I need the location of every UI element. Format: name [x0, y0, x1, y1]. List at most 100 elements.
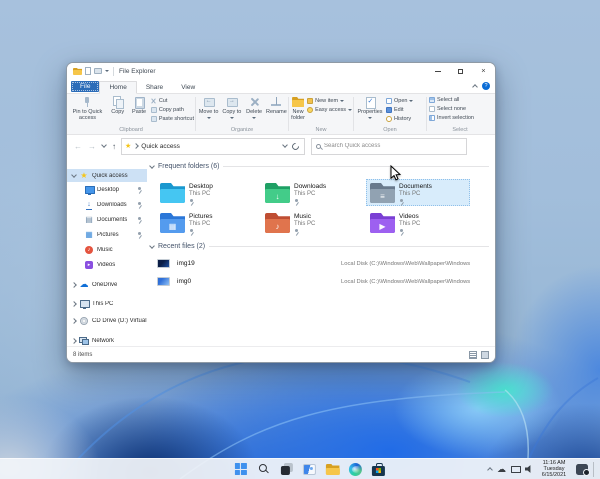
new-item-button[interactable]: New item	[307, 97, 352, 105]
properties-button[interactable]: Properties	[356, 96, 384, 123]
folder-tile-pictures[interactable]: ▦ Pictures This PC	[156, 209, 256, 236]
pin-to-quick-access-button[interactable]: Pin to Quick access	[69, 96, 106, 123]
forward-button[interactable]: →	[88, 142, 96, 151]
select-all-icon	[429, 97, 435, 103]
items-count: 8 items	[73, 351, 93, 358]
chevron-right-icon[interactable]	[71, 337, 77, 344]
rename-button[interactable]: Rename	[266, 96, 287, 121]
refresh-icon[interactable]	[290, 141, 301, 151]
edge-button[interactable]	[346, 460, 365, 479]
ribbon-group-clipboard: Pin to Quick access Copy Paste Cut Copy …	[67, 94, 195, 134]
breadcrumb-location[interactable]: Quick access	[141, 143, 180, 150]
ribbon: Pin to Quick access Copy Paste Cut Copy …	[67, 94, 495, 135]
details-view-icon[interactable]	[469, 350, 477, 359]
chevron-right-icon[interactable]	[71, 317, 77, 324]
sidebar-item-desktop[interactable]: Desktop	[67, 182, 147, 197]
sidebar-item-this-pc[interactable]: This PC	[67, 296, 147, 311]
group-label-open: Open	[383, 127, 397, 133]
chevron-right-icon[interactable]	[71, 300, 77, 307]
recent-file-row[interactable]: img0 Local Disk (C:)\Windows\Web\Wallpap…	[157, 274, 489, 289]
sidebar-item-documents[interactable]: Documents	[67, 212, 147, 227]
cut-button[interactable]: Cut	[151, 97, 194, 105]
copy-path-button[interactable]: Copy path	[150, 106, 194, 114]
network-tray-icon[interactable]	[511, 465, 521, 473]
start-button[interactable]	[231, 460, 250, 479]
tab-file[interactable]: File	[71, 80, 100, 92]
sidebar-item-quick-access[interactable]: ★ Quick access	[67, 169, 147, 182]
pin-icon	[189, 228, 195, 235]
collapse-ribbon-icon[interactable]	[472, 84, 478, 90]
easy-access-button[interactable]: Easy access	[307, 106, 352, 114]
chevron-right-icon[interactable]	[71, 281, 77, 288]
search-box[interactable]	[311, 137, 467, 155]
sidebar-item-pictures[interactable]: Pictures	[67, 227, 147, 242]
address-bar[interactable]: ★ Quick access	[121, 137, 305, 155]
taskbar: ☁ 11:16 AM Tuesday 6/15/2021	[0, 458, 600, 479]
minimize-button[interactable]	[426, 63, 449, 79]
widgets-button[interactable]	[300, 460, 319, 479]
recent-locations-caret-icon[interactable]	[101, 142, 107, 148]
history-button[interactable]: History	[386, 115, 413, 123]
close-button[interactable]: ×	[472, 63, 495, 79]
help-icon[interactable]: ?	[482, 82, 490, 90]
move-to-icon	[203, 96, 215, 108]
task-view-button[interactable]	[277, 460, 296, 479]
taskbar-clock[interactable]: 11:16 AM Tuesday 6/15/2021	[538, 460, 570, 479]
thumbnail-view-icon[interactable]	[481, 350, 489, 359]
folder-tile-music[interactable]: ♪ Music This PC	[261, 209, 361, 236]
delete-button[interactable]: Delete	[244, 96, 263, 121]
copy-button[interactable]: Copy	[108, 96, 127, 123]
new-folder-qat-icon[interactable]	[94, 68, 102, 74]
copy-to-button[interactable]: Copy to	[221, 96, 242, 121]
sidebar-item-onedrive[interactable]: OneDrive	[67, 277, 147, 292]
search-input[interactable]	[324, 143, 462, 149]
chevron-down-icon[interactable]	[71, 171, 77, 178]
folder-tile-downloads[interactable]: ↓ Downloads This PC	[261, 179, 361, 206]
section-header-recent-files[interactable]: Recent files (2)	[149, 242, 489, 250]
folder-icon	[325, 464, 340, 475]
address-dropdown-icon[interactable]	[282, 142, 288, 148]
pushpin-icon	[81, 96, 93, 108]
collapse-section-icon[interactable]	[149, 242, 155, 249]
file-explorer-button[interactable]	[323, 460, 342, 479]
tab-view[interactable]: View	[172, 82, 204, 94]
qat-dropdown-caret-icon[interactable]	[105, 70, 109, 72]
edit-button[interactable]: Edit	[386, 106, 413, 114]
sidebar-item-cd-drive[interactable]: CD Drive (D:) Virtual	[67, 313, 147, 328]
sidebar-item-music[interactable]: Music	[67, 242, 147, 257]
onedrive-cloud-icon[interactable]: ☁	[497, 464, 506, 474]
folder-tile-documents[interactable]: ≡ Documents This PC	[366, 179, 470, 206]
paste-button[interactable]: Paste	[129, 96, 148, 123]
folder-tile-desktop[interactable]: Desktop This PC	[156, 179, 256, 206]
breadcrumb-chevron-icon[interactable]	[133, 143, 140, 149]
tab-share[interactable]: Share	[137, 82, 172, 94]
select-all-button[interactable]: Select all	[429, 96, 492, 104]
sidebar-item-network[interactable]: Network	[67, 333, 147, 346]
sidebar-item-downloads[interactable]: Downloads	[67, 197, 147, 212]
group-label-clipboard: Clipboard	[119, 127, 143, 133]
invert-selection-button[interactable]: Invert selection	[429, 114, 492, 122]
up-button[interactable]: ↑	[112, 142, 116, 151]
back-button[interactable]: ←	[74, 142, 82, 151]
move-to-button[interactable]: Move to	[198, 96, 219, 121]
tray-overflow-chevron-icon[interactable]	[487, 467, 493, 473]
section-header-frequent-folders[interactable]: Frequent folders (6)	[149, 162, 489, 170]
open-button[interactable]: Open	[386, 97, 414, 105]
select-none-button[interactable]: Select none	[429, 105, 492, 113]
tab-home[interactable]: Home	[99, 80, 137, 94]
volume-icon[interactable]	[525, 465, 531, 473]
rename-icon	[270, 96, 282, 108]
store-button[interactable]	[369, 460, 388, 479]
new-folder-button[interactable]: New folder	[291, 96, 305, 121]
paste-shortcut-button[interactable]: Paste shortcut	[150, 115, 194, 123]
sidebar-item-videos[interactable]: Videos	[67, 257, 147, 272]
notification-center-icon[interactable]	[576, 463, 590, 476]
show-desktop-button[interactable]	[593, 461, 596, 477]
easy-access-icon	[307, 107, 314, 113]
collapse-section-icon[interactable]	[149, 162, 155, 169]
maximize-button[interactable]	[449, 63, 472, 79]
search-button[interactable]	[254, 460, 273, 479]
recent-file-row[interactable]: img19 Local Disk (C:)\Windows\Web\Wallpa…	[157, 256, 489, 271]
properties-qat-icon[interactable]	[85, 67, 91, 75]
folder-tile-videos[interactable]: ▶ Videos This PC	[366, 209, 466, 236]
